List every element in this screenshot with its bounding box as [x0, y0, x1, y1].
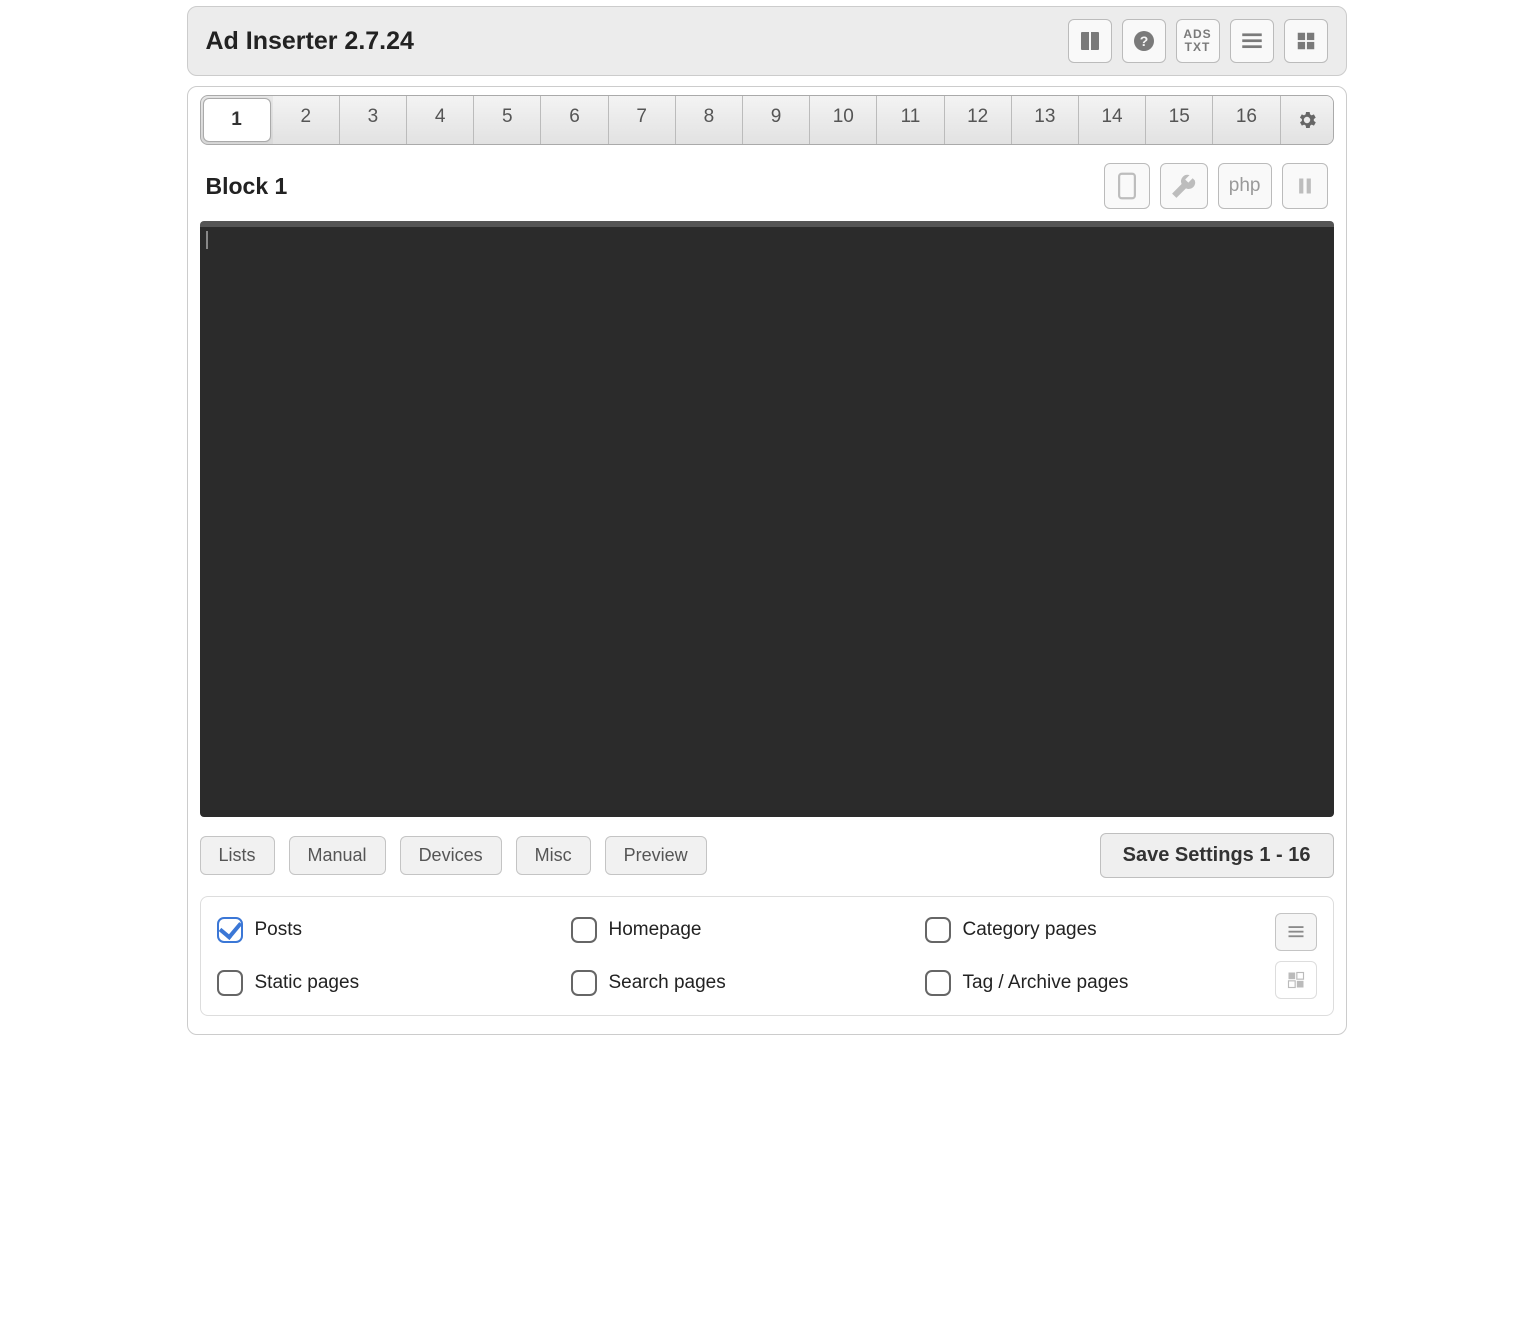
book-icon: [1078, 29, 1102, 53]
main-panel: 1 2 3 4 5 6 7 8 9 10 11 12 13 14 15 16 B…: [187, 86, 1347, 1035]
tablet-icon: [1116, 172, 1138, 200]
ads-txt-icon: ADS TXT: [1183, 28, 1211, 53]
tab-strip: 1 2 3 4 5 6 7 8 9 10 11 12 13 14 15 16: [200, 95, 1334, 145]
tab-block-4[interactable]: 4: [407, 96, 474, 144]
tab-block-6[interactable]: 6: [541, 96, 608, 144]
ads-txt-button[interactable]: ADS TXT: [1176, 19, 1220, 63]
tab-block-3[interactable]: 3: [340, 96, 407, 144]
device-preview-button[interactable]: [1104, 163, 1150, 209]
checkbox-icon: [571, 970, 597, 996]
checkbox-icon: [925, 970, 951, 996]
preview-button[interactable]: Preview: [605, 836, 707, 875]
checkbox-label: Static pages: [255, 972, 360, 994]
tab-block-15[interactable]: 15: [1146, 96, 1213, 144]
tab-block-9[interactable]: 9: [743, 96, 810, 144]
tab-settings[interactable]: [1281, 96, 1333, 144]
checkbox-label: Posts: [255, 919, 303, 941]
checkbox-tag-archive-pages[interactable]: Tag / Archive pages: [925, 966, 1259, 999]
save-settings-button[interactable]: Save Settings 1 - 16: [1100, 833, 1334, 878]
panel-side-buttons: [1275, 913, 1317, 999]
wrench-icon: [1171, 173, 1197, 199]
misc-button[interactable]: Misc: [516, 836, 591, 875]
checkbox-icon: [217, 970, 243, 996]
checkbox-icon: [571, 917, 597, 943]
block-header: Block 1 php: [200, 163, 1334, 221]
checkbox-category-pages[interactable]: Category pages: [925, 913, 1259, 946]
list-lines-icon: [1285, 922, 1307, 942]
checkbox-posts[interactable]: Posts: [217, 913, 551, 946]
gear-icon: [1296, 109, 1318, 131]
tab-block-5[interactable]: 5: [474, 96, 541, 144]
php-button[interactable]: php: [1218, 163, 1272, 209]
pause-button[interactable]: [1282, 163, 1328, 209]
text-cursor: [206, 231, 208, 249]
checkbox-label: Tag / Archive pages: [963, 972, 1129, 994]
blocks-view-button[interactable]: [1284, 19, 1328, 63]
tab-block-12[interactable]: 12: [945, 96, 1012, 144]
lists-button[interactable]: Lists: [200, 836, 275, 875]
tools-button[interactable]: [1160, 163, 1208, 209]
header-bar: Ad Inserter 2.7.24 ? ADS TXT: [187, 6, 1347, 76]
help-icon: ?: [1132, 29, 1156, 53]
checkbox-label: Search pages: [609, 972, 726, 994]
tab-block-2[interactable]: 2: [273, 96, 340, 144]
tab-block-14[interactable]: 14: [1079, 96, 1146, 144]
tab-block-10[interactable]: 10: [810, 96, 877, 144]
page-types-panel: Posts Homepage Category pages Static pag…: [200, 896, 1334, 1016]
checkbox-icon: [217, 917, 243, 943]
tab-block-8[interactable]: 8: [676, 96, 743, 144]
blocks-icon: [1295, 30, 1317, 52]
tab-block-16[interactable]: 16: [1213, 96, 1280, 144]
grid-toggle-button[interactable]: [1275, 961, 1317, 999]
code-editor[interactable]: [200, 221, 1334, 817]
header-toolbar: ? ADS TXT: [1068, 19, 1328, 63]
block-tools: php: [1104, 163, 1328, 209]
checkbox-label: Homepage: [609, 919, 702, 941]
svg-text:?: ?: [1139, 33, 1148, 49]
grid-icon: [1285, 970, 1307, 990]
list-icon: [1239, 28, 1265, 54]
block-title: Block 1: [206, 173, 288, 200]
help-button[interactable]: ?: [1122, 19, 1166, 63]
pause-icon: [1295, 175, 1315, 197]
checkbox-search-pages[interactable]: Search pages: [571, 966, 905, 999]
php-label: php: [1229, 175, 1261, 197]
devices-button[interactable]: Devices: [400, 836, 502, 875]
tab-block-13[interactable]: 13: [1012, 96, 1079, 144]
app-title: Ad Inserter 2.7.24: [206, 27, 414, 56]
action-row: Lists Manual Devices Misc Preview Save S…: [200, 833, 1334, 878]
docs-button[interactable]: [1068, 19, 1112, 63]
list-view-button[interactable]: [1230, 19, 1274, 63]
checkbox-homepage[interactable]: Homepage: [571, 913, 905, 946]
checkbox-static-pages[interactable]: Static pages: [217, 966, 551, 999]
expand-list-button[interactable]: [1275, 913, 1317, 951]
checkbox-label: Category pages: [963, 919, 1097, 941]
tab-block-7[interactable]: 7: [609, 96, 676, 144]
manual-button[interactable]: Manual: [289, 836, 386, 875]
checkbox-icon: [925, 917, 951, 943]
tab-block-11[interactable]: 11: [877, 96, 944, 144]
tab-block-1[interactable]: 1: [203, 98, 271, 142]
